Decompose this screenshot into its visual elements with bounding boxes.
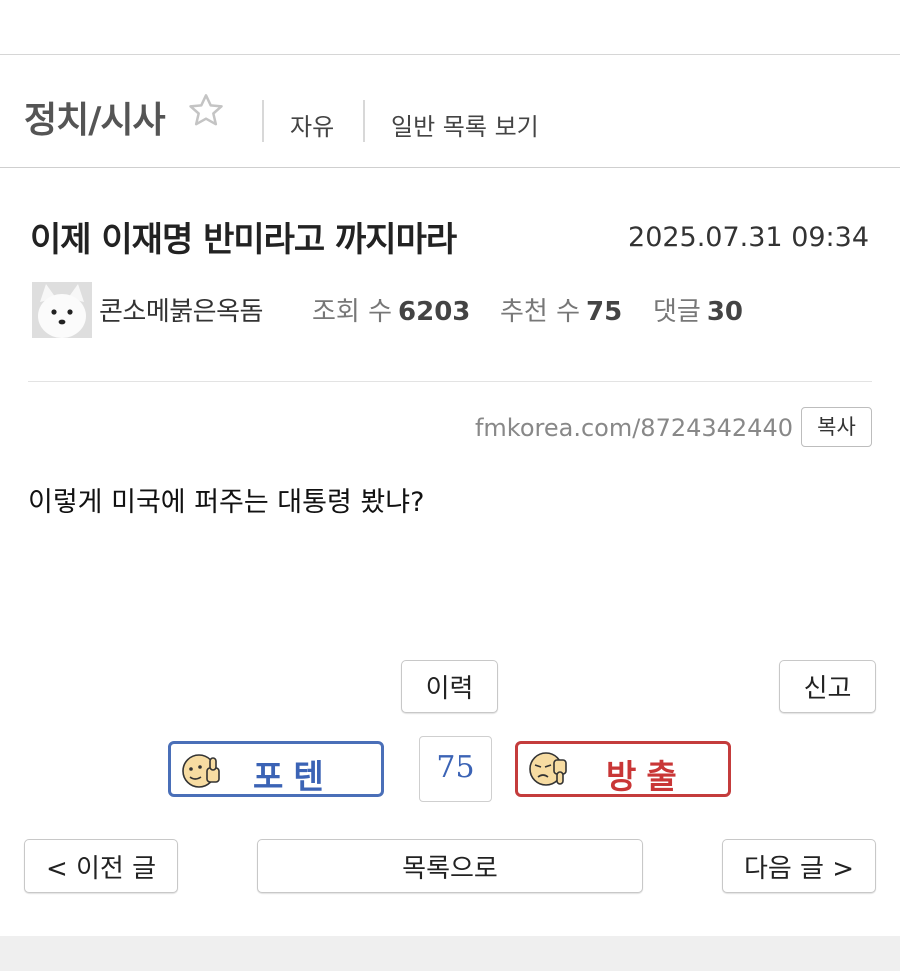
report-button[interactable]: 신고 (779, 660, 876, 713)
avatar[interactable] (32, 282, 92, 338)
downvote-label: 방출 (606, 757, 687, 796)
copy-url-button[interactable]: 복사 (801, 407, 872, 447)
view-count: 조회 수 6203 (312, 291, 470, 328)
link-free-board[interactable]: 자유 (290, 107, 334, 142)
short-url[interactable]: fmkorea.com/8724342440 (475, 414, 793, 442)
next-post-button[interactable]: 다음 글 > (722, 839, 876, 893)
vote-score: 75 (419, 736, 492, 802)
upvote-label: 포텐 (253, 757, 334, 796)
upvote-button[interactable]: 포텐 (168, 741, 384, 797)
history-button[interactable]: 이력 (401, 660, 498, 713)
recommend-count-label: 추천 수 (500, 297, 581, 327)
header-separator (262, 100, 264, 142)
post-datetime: 2025.07.31 09:34 (628, 222, 869, 253)
recommend-count: 추천 수 75 (500, 291, 622, 328)
comment-count: 댓글 30 (653, 291, 743, 328)
link-general-list[interactable]: 일반 목록 보기 (391, 107, 539, 142)
board-title[interactable]: 정치/시사 (24, 91, 166, 143)
post-body: 이렇게 미국에 퍼주는 대통령 봤냐? (28, 487, 425, 518)
meta-divider (28, 381, 872, 382)
star-outline-icon[interactable] (186, 91, 226, 131)
author-name[interactable]: 콘소메붉은옥돔 (99, 291, 263, 328)
thumbs-down-face-icon (529, 752, 567, 786)
board-header: 정치/시사 자유 일반 목록 보기 (0, 55, 900, 168)
comment-count-label: 댓글 (653, 297, 701, 327)
post-title: 이제 이재명 반미라고 까지마라 (30, 220, 457, 260)
footer-bar (0, 936, 900, 971)
header-separator (363, 100, 365, 142)
recommend-count-value: 75 (586, 297, 623, 327)
view-count-value: 6203 (398, 297, 471, 327)
comment-count-value: 30 (706, 297, 744, 327)
thumbs-up-face-icon (182, 754, 220, 788)
back-to-list-button[interactable]: 목록으로 (257, 839, 643, 893)
view-count-label: 조회 수 (312, 297, 393, 327)
prev-post-button[interactable]: < 이전 글 (24, 839, 178, 893)
downvote-button[interactable]: 방출 (515, 741, 731, 797)
